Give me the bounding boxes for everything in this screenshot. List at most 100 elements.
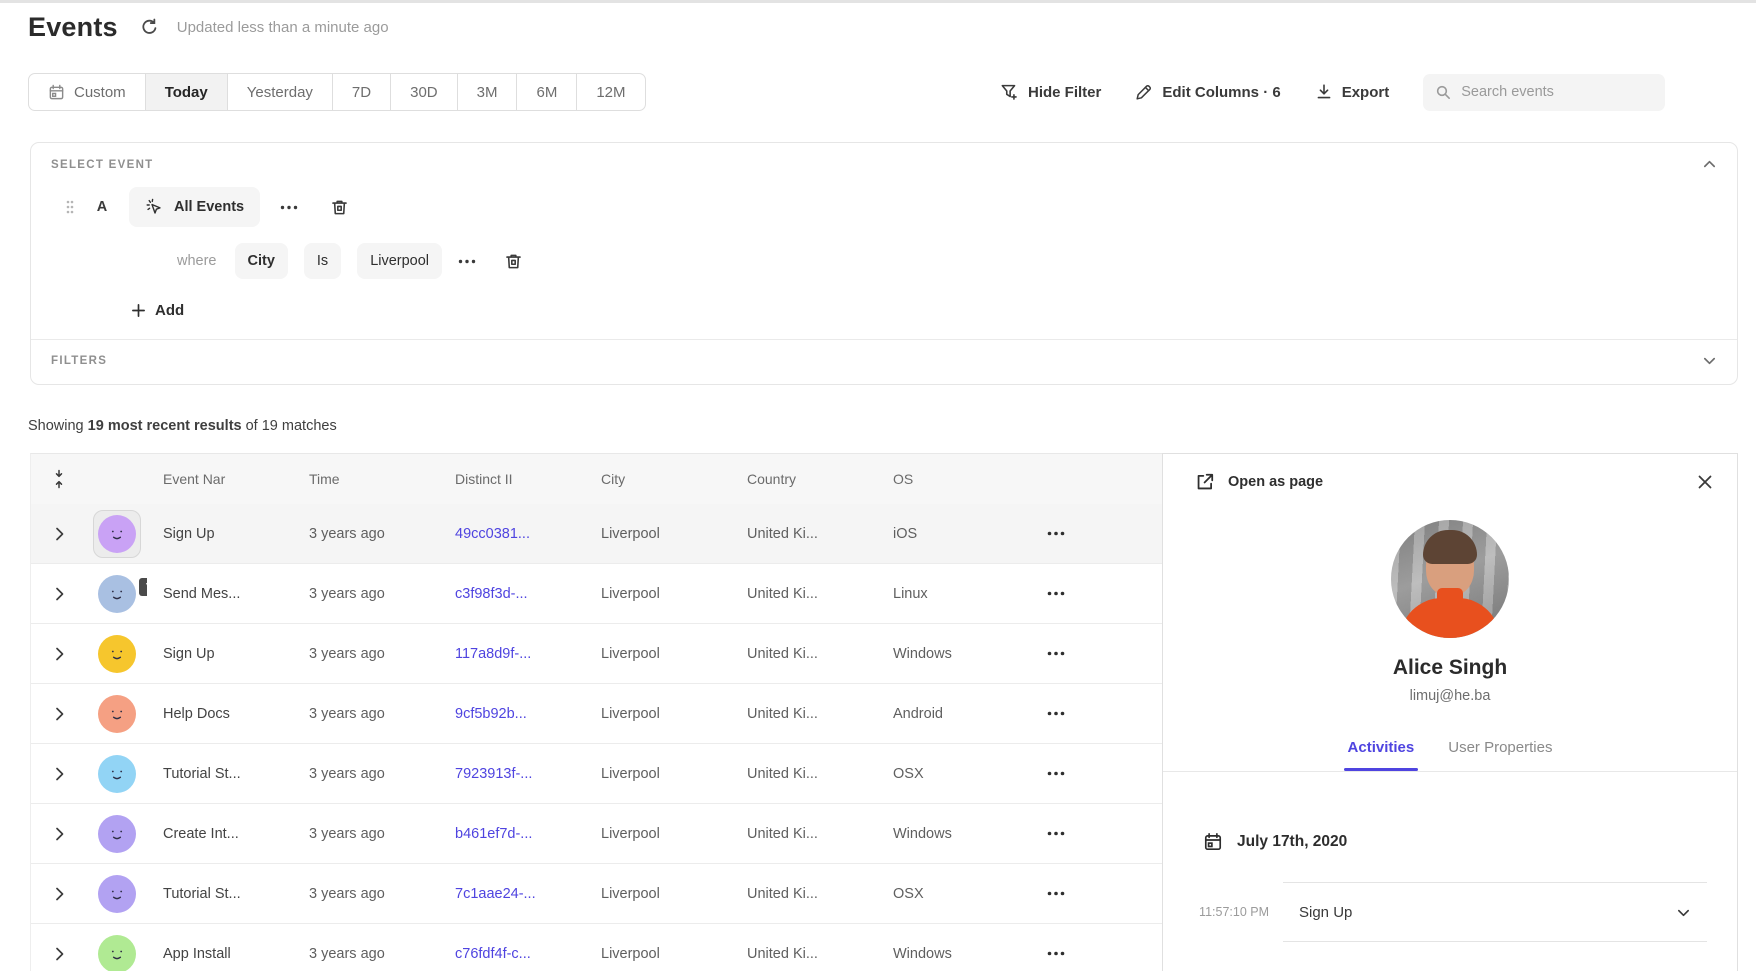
expand-row-icon[interactable] — [31, 707, 87, 721]
filters-section[interactable]: FILTERS — [51, 353, 1717, 368]
table-row[interactable]: Sign Up 3 years ago 49cc0381... Liverpoo… — [31, 504, 1162, 564]
updated-status: Updated less than a minute ago — [177, 19, 389, 36]
expand-row-icon[interactable] — [31, 647, 87, 661]
where-more-icon[interactable] — [458, 259, 476, 264]
event-clause-row: A All Events — [65, 187, 349, 227]
expand-row-icon[interactable] — [31, 887, 87, 901]
table-row[interactable]: Sign Up 3 years ago 117a8d9f-... Liverpo… — [31, 624, 1162, 684]
edit-columns-button[interactable]: Edit Columns · 6 — [1135, 83, 1280, 101]
results-summary: Showing 19 most recent results of 19 mat… — [28, 418, 337, 434]
expand-row-icon[interactable] — [31, 827, 87, 841]
drag-handle-icon[interactable] — [65, 199, 75, 215]
expand-row-icon[interactable] — [31, 767, 87, 781]
profile-photo[interactable] — [1391, 520, 1509, 638]
where-clause-row: where City Is Liverpool — [177, 243, 523, 279]
table-row[interactable]: App Install 3 years ago c76fdf4f-c... Li… — [31, 924, 1162, 971]
distinct-id-link[interactable]: b461ef7d-... — [439, 826, 585, 842]
top-divider — [0, 0, 1756, 3]
expand-row-icon[interactable] — [31, 947, 87, 961]
select-event-label: SELECT EVENT — [51, 159, 154, 171]
user-avatar[interactable] — [98, 635, 136, 673]
operator-chip[interactable]: Is — [304, 243, 341, 279]
date-range-3m[interactable]: 3M — [458, 74, 518, 110]
distinct-id-link[interactable]: 7923913f-... — [439, 766, 585, 782]
user-avatar[interactable] — [98, 815, 136, 853]
distinct-id-link[interactable]: 7c1aae24-... — [439, 886, 585, 902]
row-more-icon[interactable] — [1023, 531, 1162, 536]
distinct-id-link[interactable]: 9cf5b92b... — [439, 706, 585, 722]
chevron-up-icon[interactable] — [1702, 157, 1717, 172]
delete-where-icon[interactable] — [504, 252, 523, 271]
distinct-id-link[interactable]: 49cc0381... — [439, 526, 585, 542]
tab-activities[interactable]: Activities — [1348, 730, 1415, 771]
add-event-button[interactable]: Add — [131, 295, 184, 325]
user-avatar[interactable] — [98, 875, 136, 913]
delete-event-icon[interactable] — [330, 198, 349, 217]
activity-item[interactable]: Sign Up — [1283, 882, 1707, 942]
date-range-custom[interactable]: Custom — [29, 74, 146, 110]
user-avatar[interactable] — [98, 575, 136, 613]
time-cell: 3 years ago — [293, 946, 439, 962]
refresh-icon[interactable] — [140, 18, 159, 37]
date-range-label: 12M — [596, 84, 625, 101]
activity-date-label: July 17th, 2020 — [1237, 833, 1347, 851]
table-row[interactable]: Help Docs 3 years ago 9cf5b92b... Liverp… — [31, 684, 1162, 744]
user-avatar[interactable] — [98, 755, 136, 793]
date-range-6m[interactable]: 6M — [517, 74, 577, 110]
row-more-icon[interactable] — [1023, 951, 1162, 956]
row-more-icon[interactable] — [1023, 651, 1162, 656]
column-header-country[interactable]: Country — [731, 471, 877, 487]
hide-filter-button[interactable]: Hide Filter — [1000, 83, 1101, 102]
column-header-event-name[interactable]: Event Nar — [147, 471, 293, 487]
user-avatar[interactable] — [98, 935, 136, 971]
row-more-icon[interactable] — [1023, 771, 1162, 776]
user-avatar[interactable] — [98, 695, 136, 733]
profile-email: limuj@he.ba — [1163, 688, 1737, 704]
row-more-icon[interactable] — [1023, 831, 1162, 836]
expand-row-icon[interactable] — [31, 527, 87, 541]
date-range-7d[interactable]: 7D — [333, 74, 391, 110]
table-row[interactable]: Tutorial St... 3 years ago 7923913f-... … — [31, 744, 1162, 804]
all-events-chip[interactable]: All Events — [129, 187, 260, 227]
date-range-today[interactable]: Today — [146, 74, 228, 110]
row-more-icon[interactable] — [1023, 711, 1162, 716]
column-header-os[interactable]: OS — [877, 471, 1023, 487]
table-row[interactable]: Create Int... 3 years ago b461ef7d-... L… — [31, 804, 1162, 864]
event-name-cell: Send Mes... — [147, 586, 293, 602]
row-more-icon[interactable] — [1023, 891, 1162, 896]
distinct-id-link[interactable]: 117a8d9f-... — [439, 646, 585, 662]
selected-avatar-box[interactable] — [93, 510, 141, 558]
tab-user-properties[interactable]: User Properties — [1448, 730, 1552, 771]
chevron-down-icon[interactable] — [1702, 353, 1717, 368]
date-range-30d[interactable]: 30D — [391, 74, 458, 110]
country-cell: United Ki... — [731, 526, 877, 542]
user-avatar[interactable] — [98, 515, 136, 553]
close-panel-icon[interactable] — [1697, 474, 1713, 490]
expand-row-icon[interactable] — [31, 587, 87, 601]
property-chip[interactable]: City — [235, 243, 288, 279]
column-header-time[interactable]: Time — [293, 471, 439, 487]
event-more-icon[interactable] — [280, 205, 298, 210]
operator-label: Is — [317, 253, 328, 269]
chevron-down-icon[interactable] — [1676, 905, 1691, 920]
os-cell: Windows — [877, 826, 1023, 842]
collapse-rows-icon[interactable] — [31, 469, 87, 489]
table-row[interactable]: Tutorial St... 3 years ago 7c1aae24-... … — [31, 864, 1162, 924]
distinct-id-link[interactable]: c76fdf4f-c... — [439, 946, 585, 962]
profile-panel: Open as page Alice Singh limuj@he.ba Act… — [1162, 453, 1738, 971]
export-button[interactable]: Export — [1315, 83, 1390, 101]
column-header-city[interactable]: City — [585, 471, 731, 487]
column-header-distinct-id[interactable]: Distinct II — [439, 471, 585, 487]
row-more-icon[interactable] — [1023, 591, 1162, 596]
page-title: Events — [28, 12, 118, 43]
country-cell: United Ki... — [731, 826, 877, 842]
search-events-box[interactable] — [1423, 74, 1665, 111]
open-as-page-button[interactable]: Open as page — [1195, 472, 1323, 492]
date-range-12m[interactable]: 12M — [577, 74, 644, 110]
value-chip[interactable]: Liverpool — [357, 243, 442, 279]
date-range-yesterday[interactable]: Yesterday — [228, 74, 333, 110]
search-events-input[interactable] — [1461, 84, 1653, 100]
table-row[interactable]: View Profile Send Mes... 3 years ago c3f… — [31, 564, 1162, 624]
event-name-cell: Create Int... — [147, 826, 293, 842]
distinct-id-link[interactable]: c3f98f3d-... — [439, 586, 585, 602]
